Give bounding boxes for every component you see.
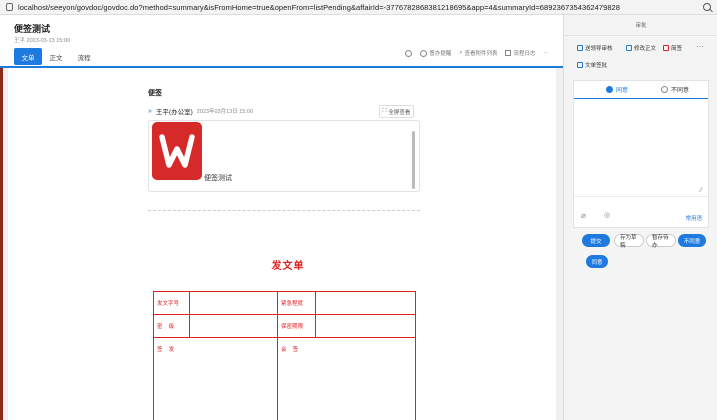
log-icon (505, 50, 512, 56)
resize-handle-icon[interactable]: ⁄⁄ (700, 188, 702, 194)
form-field[interactable] (189, 291, 278, 315)
sticky-user-row: » 王平(办公室) 2023年03月13日 15:00 (148, 106, 254, 117)
disagree-button[interactable]: 不同意 (678, 234, 706, 247)
form-title: 发文单 (271, 261, 305, 272)
panel-divider (564, 35, 717, 36)
checkbox-icon (577, 62, 583, 68)
tab-bar: 文单 正文 流程 (14, 48, 98, 65)
paperclip-icon: ⌕ (459, 49, 463, 56)
more-icon[interactable]: ··· (696, 42, 704, 51)
option-send-leader[interactable]: 送领导审核 (577, 44, 613, 52)
sticky-time: 2023年03月13日 15:00 (196, 109, 254, 115)
agree-button[interactable]: 同意 (586, 255, 608, 268)
info-icon[interactable] (6, 3, 13, 11)
opinion-textarea[interactable] (578, 101, 704, 199)
sticky-note-box: 便签测试 (148, 120, 420, 192)
option-label: 简签 (671, 46, 683, 52)
form-field[interactable] (189, 314, 278, 338)
form-field[interactable] (315, 291, 416, 315)
table-row: 密 级 保密期限 (153, 314, 416, 338)
at-icon[interactable]: ◎ (604, 211, 610, 219)
search-icon[interactable] (703, 3, 711, 11)
address-bar[interactable]: localhost/seeyon/govdoc/govdoc.do?method… (0, 0, 717, 15)
submit-button[interactable]: 提交 (582, 234, 610, 247)
sticky-heading: 便签 (148, 90, 162, 97)
sticky-note-text: 便签测试 (204, 175, 232, 182)
common-phrases-link[interactable]: 常用语 (685, 214, 702, 222)
expand-icon: ⛶ (382, 108, 387, 114)
flow-log-button[interactable]: 流程日志 (505, 49, 536, 57)
tab-body[interactable]: 正文 (42, 48, 70, 65)
option-label: 送领导审核 (585, 46, 613, 52)
option-quick-sign[interactable]: 简签 (663, 44, 682, 52)
checkbox-icon (626, 45, 632, 51)
radio-disagree[interactable]: 不同意 (661, 85, 689, 94)
supervise-label: 督办提醒 (429, 51, 452, 57)
flow-log-label: 流程日志 (513, 51, 536, 57)
opinion-footer-divider (574, 196, 708, 197)
sticky-scrollbar[interactable] (412, 131, 415, 189)
table-row: 发文字号 紧急程度 (153, 291, 416, 315)
page-title: 便签测试 (14, 24, 51, 34)
toolbar: 督办提醒 ⌕ 查看附件列表 流程日志 ··· (405, 49, 549, 57)
disagree-label: 不同意 (671, 88, 690, 94)
option-edit-body[interactable]: 修改正文 (626, 44, 656, 52)
chevron-up-icon[interactable]: » (148, 108, 152, 115)
radio-agree[interactable]: 同意 (606, 85, 628, 94)
form-field[interactable] (315, 314, 416, 338)
form-cosign-cell[interactable]: 会 签 (277, 337, 416, 420)
search-icon (420, 49, 428, 57)
hold-button[interactable]: 暂存待办 (646, 234, 676, 249)
more-icon[interactable]: ··· (544, 50, 550, 56)
attachments-label: 查看附件列表 (464, 51, 498, 57)
tab-flow[interactable]: 流程 (70, 48, 98, 65)
radio-icon (661, 86, 668, 93)
table-row: 签 发 会 签 (153, 337, 416, 420)
wps-w-icon (159, 134, 195, 168)
page-meta: 王平 2023-03-13 15:00 (14, 38, 70, 44)
smile-icon[interactable] (405, 49, 413, 57)
document-paper: 便签 » 王平(办公室) 2023年03月13日 15:00 ⛶ 全屏查看 便签… (8, 68, 556, 420)
panel-title: 审批 (635, 23, 647, 29)
sticky-user: 王平(办公室) (155, 109, 193, 116)
document-stage: 便签 » 王平(办公室) 2023年03月13日 15:00 ⛶ 全屏查看 便签… (0, 68, 563, 420)
option-form-sign[interactable]: 文单签批 (577, 61, 607, 69)
form-label: 保密期限 (277, 314, 316, 338)
save-draft-button[interactable]: 存为草稿 (614, 234, 644, 249)
form-label: 紧急程度 (277, 291, 316, 315)
paperclip-icon[interactable]: ⌀ (581, 211, 586, 220)
dashed-divider (148, 210, 420, 211)
url-text[interactable]: localhost/seeyon/govdoc/govdoc.do?method… (18, 3, 703, 12)
fullscreen-button[interactable]: ⛶ 全屏查看 (379, 105, 414, 118)
left-edge-strip (0, 68, 3, 420)
form-label: 发文字号 (153, 291, 190, 315)
wps-logo (152, 122, 202, 180)
agree-label: 同意 (616, 88, 629, 94)
option-label: 修改正文 (634, 46, 657, 52)
dispatch-form-table: 发文字号 紧急程度 密 级 保密期限 签 发 会 签 (153, 291, 416, 420)
approval-panel: 审批 送领导审核 修改正文 简签 ··· 文单签批 同意 不同意 ⁄⁄ ⌀ ◎ … (563, 15, 717, 420)
radio-selected-icon (606, 86, 613, 93)
page-header: 便签测试 王平 2023-03-13 15:00 文单 正文 流程 督办提醒 ⌕… (0, 15, 563, 68)
supervise-button[interactable]: 督办提醒 (420, 49, 451, 57)
document-area: 便签测试 王平 2023-03-13 15:00 文单 正文 流程 督办提醒 ⌕… (0, 15, 563, 420)
opinion-box: 同意 不同意 ⁄⁄ ⌀ ◎ 常用语 (573, 80, 709, 228)
option-label: 文单签批 (585, 63, 608, 69)
form-label: 密 级 (153, 314, 190, 338)
attachments-button[interactable]: ⌕ 查看附件列表 (459, 49, 498, 58)
checkbox-icon (663, 45, 669, 51)
opinion-tab-underline (574, 98, 708, 99)
fullscreen-label: 全屏查看 (388, 109, 411, 116)
checkbox-icon (577, 45, 583, 51)
form-sign-cell[interactable]: 签 发 (153, 337, 278, 420)
tab-form[interactable]: 文单 (14, 48, 42, 65)
